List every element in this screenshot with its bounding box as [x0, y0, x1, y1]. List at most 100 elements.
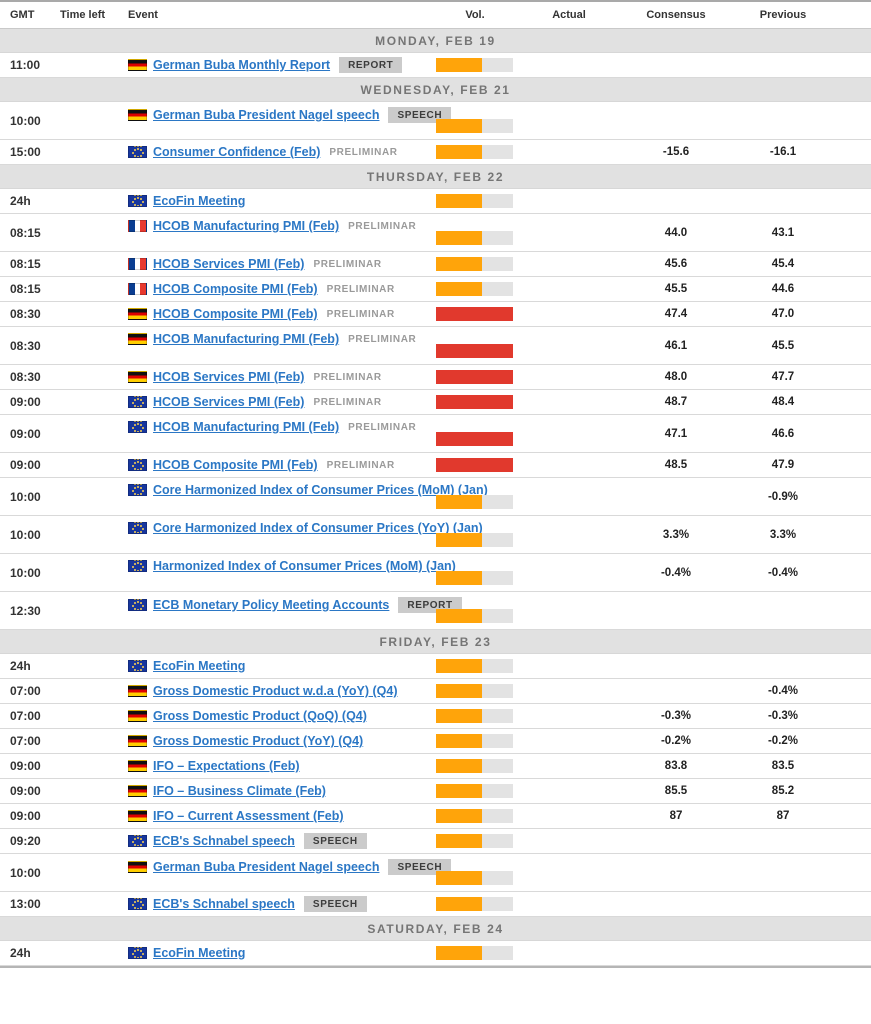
previous-value: 46.6 [771, 427, 795, 440]
germany-flag-icon [128, 810, 147, 822]
event-row: 12:30 ECB Monetary Policy Meeting Accoun… [0, 592, 871, 630]
volatility-cell [436, 307, 514, 321]
volatility-cell [436, 684, 514, 698]
event-row: 08:30 HCOB Composite PMI (Feb) PRELIMINA… [0, 302, 871, 327]
event-link[interactable]: HCOB Manufacturing PMI (Feb) [153, 219, 339, 233]
previous-value: 47.7 [771, 371, 795, 383]
day-section-label: THURSDAY, FEB 22 [366, 169, 505, 184]
gmt-time: 09:00 [10, 426, 41, 441]
volatility-bar [436, 734, 513, 748]
event-link[interactable]: HCOB Composite PMI (Feb) [153, 282, 318, 296]
european-union-flag-icon [128, 947, 147, 959]
gmt-time: 08:30 [10, 370, 41, 384]
event-link[interactable]: HCOB Composite PMI (Feb) [153, 458, 318, 472]
event-link[interactable]: IFO – Current Assessment (Feb) [153, 809, 344, 823]
event-link[interactable]: Harmonized Index of Consumer Prices (MoM… [153, 559, 456, 573]
volatility-cell [436, 119, 514, 139]
volatility-bar-fill [436, 897, 483, 911]
volatility-bar [436, 119, 513, 133]
previous-value: 43.1 [771, 226, 795, 239]
event-link[interactable]: EcoFin Meeting [153, 659, 245, 673]
event-link[interactable]: Consumer Confidence (Feb) [153, 145, 320, 159]
event-row: 08:15 HCOB Manufacturing PMI (Feb) PRELI… [0, 214, 871, 252]
preliminary-label: PRELIMINAR [313, 371, 382, 383]
event-link[interactable]: HCOB Services PMI (Feb) [153, 395, 304, 409]
volatility-bar-fill [436, 609, 483, 623]
event-row: 09:00 HCOB Manufacturing PMI (Feb) PRELI… [0, 415, 871, 453]
volatility-bar-fill [436, 257, 483, 271]
volatility-bar [436, 432, 513, 446]
volatility-cell [436, 495, 514, 515]
event-cell: IFO – Expectations (Feb) [120, 759, 436, 773]
volatility-bar-fill [436, 395, 513, 409]
consensus-value: 85.5 [664, 785, 688, 797]
gmt-time: 11:00 [10, 58, 41, 72]
event-link[interactable]: IFO – Expectations (Feb) [153, 759, 300, 773]
gmt-time: 08:15 [10, 282, 41, 296]
gmt-time: 12:30 [10, 603, 41, 618]
gmt-time: 10:00 [10, 113, 41, 128]
volatility-cell [436, 344, 514, 364]
event-link[interactable]: EcoFin Meeting [153, 946, 245, 960]
event-cell: IFO – Current Assessment (Feb) [120, 809, 436, 823]
day-section-header: WEDNESDAY, FEB 21 [0, 78, 871, 102]
volatility-bar-fill [436, 533, 483, 547]
preliminary-label: PRELIMINAR [329, 146, 398, 158]
event-row: 07:00 Gross Domestic Product (YoY) (Q4) … [0, 729, 871, 754]
event-link[interactable]: Core Harmonized Index of Consumer Prices… [153, 521, 483, 535]
event-link[interactable]: ECB Monetary Policy Meeting Accounts [153, 598, 389, 612]
event-link[interactable]: HCOB Manufacturing PMI (Feb) [153, 420, 339, 434]
event-link[interactable]: ECB's Schnabel speech [153, 834, 295, 848]
event-link[interactable]: Gross Domestic Product (YoY) (Q4) [153, 734, 363, 748]
volatility-bar-fill [436, 58, 483, 72]
event-link[interactable]: HCOB Services PMI (Feb) [153, 257, 304, 271]
gmt-time: 08:30 [10, 307, 41, 321]
event-cell: German Buba Monthly Report REPORT [120, 57, 436, 73]
volatility-bar-fill [436, 759, 483, 773]
european-union-flag-icon [128, 898, 147, 910]
event-link[interactable]: HCOB Composite PMI (Feb) [153, 307, 318, 321]
calendar-header-row: GMT Time left Event Vol. Actual Consensu… [0, 2, 871, 29]
event-row: 11:00 German Buba Monthly Report REPORT [0, 53, 871, 78]
event-link[interactable]: German Buba Monthly Report [153, 58, 330, 72]
volatility-bar-fill [436, 231, 483, 245]
volatility-cell [436, 734, 514, 748]
event-link[interactable]: ECB's Schnabel speech [153, 897, 295, 911]
event-link[interactable]: HCOB Manufacturing PMI (Feb) [153, 332, 339, 346]
previous-value: 45.5 [771, 339, 795, 352]
event-row: 07:00 Gross Domestic Product (QoQ) (Q4) … [0, 704, 871, 729]
event-link[interactable]: IFO – Business Climate (Feb) [153, 784, 326, 798]
event-cell: Core Harmonized Index of Consumer Prices… [120, 516, 483, 535]
previous-value: 47.0 [771, 308, 795, 320]
event-link[interactable]: Gross Domestic Product w.d.a (YoY) (Q4) [153, 684, 397, 698]
event-link[interactable]: German Buba President Nagel speech [153, 860, 379, 874]
germany-flag-icon [128, 59, 147, 71]
event-cell: HCOB Manufacturing PMI (Feb) PRELIMINAR [120, 415, 436, 434]
event-link[interactable]: Gross Domestic Product (QoQ) (Q4) [153, 709, 367, 723]
germany-flag-icon [128, 685, 147, 697]
european-union-flag-icon [128, 421, 147, 433]
volatility-bar [436, 370, 513, 384]
preliminary-label: PRELIMINAR [348, 421, 417, 433]
column-header-vol: Vol. [465, 9, 485, 21]
event-cell: HCOB Services PMI (Feb) PRELIMINAR [120, 370, 436, 384]
gmt-time: 09:00 [10, 395, 41, 409]
event-link[interactable]: German Buba President Nagel speech [153, 108, 379, 122]
volatility-cell [436, 458, 514, 472]
event-link[interactable]: HCOB Services PMI (Feb) [153, 370, 304, 384]
volatility-cell [436, 571, 514, 591]
event-cell: German Buba President Nagel speech SPEEC… [120, 854, 452, 875]
previous-value: 48.4 [771, 396, 795, 408]
day-section-label: FRIDAY, FEB 23 [379, 634, 492, 649]
volatility-bar [436, 834, 513, 848]
day-section-label: MONDAY, FEB 19 [375, 33, 496, 48]
event-link[interactable]: EcoFin Meeting [153, 194, 245, 208]
volatility-bar [436, 231, 513, 245]
gmt-time: 07:00 [10, 684, 41, 698]
volatility-bar [436, 784, 513, 798]
column-header-event: Event [128, 9, 158, 21]
volatility-cell [436, 659, 514, 673]
volatility-cell [436, 145, 514, 159]
volatility-bar-fill [436, 709, 483, 723]
previous-value: -16.1 [769, 146, 797, 158]
